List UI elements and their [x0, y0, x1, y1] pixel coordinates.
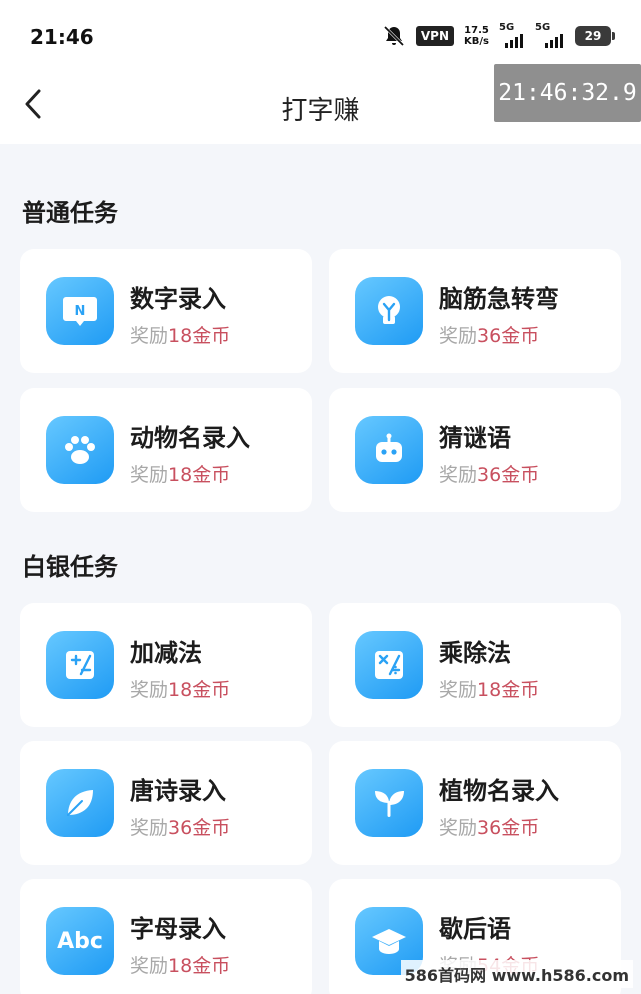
task-name: 歇后语	[439, 915, 511, 943]
reward-amount: 36金币	[168, 817, 231, 839]
reward-amount: 36金币	[477, 464, 540, 486]
task-name: 脑筋急转弯	[439, 285, 559, 313]
task-card-multiply-divide[interactable]: 乘除法 奖励18金币	[329, 603, 621, 727]
reward-amount: 18金币	[477, 679, 540, 701]
signal-1-icon: 5G	[499, 22, 525, 48]
task-card-animal-names[interactable]: 动物名录入 奖励18金币	[20, 388, 312, 512]
multiply-divide-icon	[355, 631, 423, 699]
plus-minus-icon	[46, 631, 114, 699]
status-time: 21:46	[30, 25, 94, 49]
reward-prefix: 奖励	[439, 325, 478, 347]
task-card-number-entry[interactable]: N 数字录入 奖励18金币	[20, 249, 312, 373]
battery-level: 29	[584, 29, 602, 43]
task-reward: 奖励36金币	[439, 460, 539, 487]
reward-amount: 18金币	[168, 679, 231, 701]
network-type-2: 5G	[535, 22, 551, 33]
reward-prefix: 奖励	[130, 464, 169, 486]
task-card-riddles[interactable]: 猜谜语 奖励36金币	[329, 388, 621, 512]
watermark: 586首码网 www.h586.com	[400, 960, 633, 988]
task-name: 字母录入	[130, 915, 226, 943]
reward-amount: 18金币	[168, 325, 231, 347]
svg-text:N: N	[75, 304, 86, 319]
task-reward: 奖励18金币	[439, 675, 539, 702]
status-icons: VPN 17.5 KB/s 5G 5G 29	[382, 20, 615, 52]
leaf-icon	[46, 769, 114, 837]
speed-value: 17.5	[464, 25, 489, 36]
task-card-tang-poetry[interactable]: 唐诗录入 奖励36金币	[20, 741, 312, 865]
task-name: 唐诗录入	[130, 777, 226, 805]
task-reward: 奖励18金币	[130, 460, 230, 487]
task-name: 乘除法	[439, 639, 511, 667]
task-name: 猜谜语	[439, 424, 511, 452]
task-card-plant-names[interactable]: 植物名录入 奖励36金币	[329, 741, 621, 865]
reward-prefix: 奖励	[130, 325, 169, 347]
reward-amount: 18金币	[168, 955, 231, 977]
paw-icon	[46, 416, 114, 484]
chat-bubble-n-icon: N	[46, 277, 114, 345]
task-reward: 奖励36金币	[439, 813, 539, 840]
task-reward: 奖励36金币	[439, 321, 539, 348]
lightbulb-icon	[355, 277, 423, 345]
overlay-clock: 21:46:32.9	[494, 64, 641, 122]
network-speed: 17.5 KB/s	[464, 25, 489, 47]
task-name: 加减法	[130, 639, 202, 667]
reward-prefix: 奖励	[130, 955, 169, 977]
reward-prefix: 奖励	[130, 679, 169, 701]
task-reward: 奖励18金币	[130, 321, 230, 348]
reward-prefix: 奖励	[130, 817, 169, 839]
vpn-badge: VPN	[415, 26, 455, 46]
task-card-letter-entry[interactable]: Abc 字母录入 奖励18金币	[20, 879, 312, 994]
sprout-icon	[355, 769, 423, 837]
bell-muted-icon	[383, 25, 404, 47]
reward-prefix: 奖励	[439, 817, 478, 839]
section-title-normal: 普通任务	[22, 199, 118, 227]
status-bar: 21:46 VPN 17.5 KB/s 5G 5G 29	[0, 0, 641, 70]
task-reward: 奖励36金币	[130, 813, 230, 840]
network-type-1: 5G	[499, 22, 515, 33]
robot-icon	[355, 416, 423, 484]
abc-icon: Abc	[46, 907, 114, 975]
task-name: 动物名录入	[130, 424, 250, 452]
abc-icon-text: Abc	[57, 928, 103, 954]
reward-amount: 36金币	[477, 325, 540, 347]
task-card-add-subtract[interactable]: 加减法 奖励18金币	[20, 603, 312, 727]
reward-amount: 36金币	[477, 817, 540, 839]
task-reward: 奖励18金币	[130, 675, 230, 702]
signal-2-icon: 5G	[535, 22, 565, 48]
speed-unit: KB/s	[464, 36, 489, 47]
battery-icon: 29	[575, 26, 615, 46]
task-card-brain-teaser[interactable]: 脑筋急转弯 奖励36金币	[329, 249, 621, 373]
task-reward: 奖励18金币	[130, 951, 230, 978]
task-name: 数字录入	[130, 285, 226, 313]
reward-prefix: 奖励	[439, 464, 478, 486]
section-title-silver: 白银任务	[22, 553, 118, 581]
reward-prefix: 奖励	[439, 679, 478, 701]
task-name: 植物名录入	[439, 777, 559, 805]
reward-amount: 18金币	[168, 464, 231, 486]
